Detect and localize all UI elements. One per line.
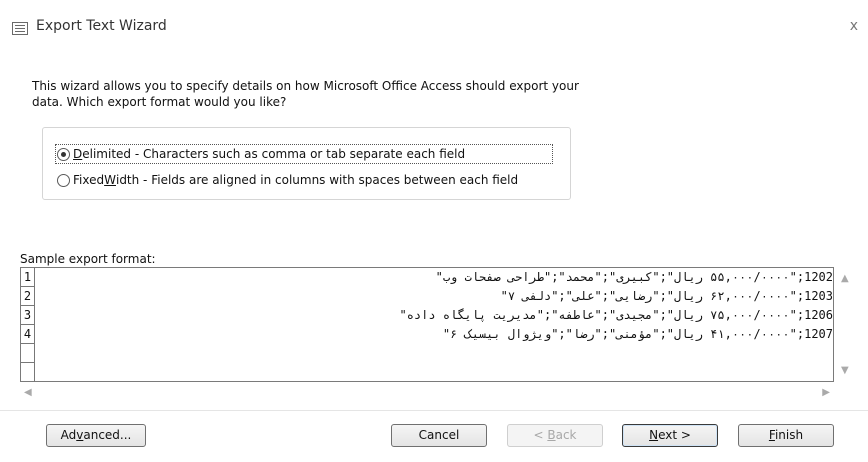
row-number-empty [21, 363, 35, 382]
radio-fixed-width[interactable]: Fixed Width - Fields are aligned in colu… [57, 171, 518, 189]
next-button[interactable]: Next > [622, 424, 718, 447]
scroll-right-icon[interactable]: ▶ [822, 387, 830, 398]
advanced-button[interactable]: Advanced... [46, 424, 146, 447]
row-number-gutter: 1 2 3 4 [21, 268, 35, 382]
row-number: 1 [21, 268, 35, 287]
advanced-label-end: anced... [83, 428, 132, 442]
wizard-description: This wizard allows you to specify detail… [32, 79, 579, 109]
sample-line: 1206;"۷۵,۰۰۰/۰۰۰۰ ریال";"مجیدی";"عاطفه";… [399, 308, 833, 322]
window-title: Export Text Wizard [36, 18, 167, 34]
sample-export-preview[interactable]: 1 2 3 4 1202;"۵۵,۰۰۰/۰۰۰۰ ریال";"کبیری";… [20, 267, 834, 382]
scroll-up-icon[interactable]: ▲ [841, 273, 849, 284]
delimited-accel: D [73, 147, 83, 161]
finish-label: inish [774, 428, 804, 442]
next-label: ext > [658, 428, 691, 442]
wizard-window-icon [12, 22, 28, 35]
delimited-label: elimited - Characters such as comma or t… [82, 147, 466, 161]
radio-button-checked[interactable] [57, 147, 70, 161]
radio-delimited[interactable]: Delimited - Characters such as comma or … [57, 145, 465, 163]
horizontal-scrollbar[interactable]: ◀ ▶ [20, 386, 834, 402]
close-icon[interactable]: x [850, 18, 858, 34]
fixed-width-label: idth - Fields are aligned in columns wit… [115, 173, 519, 187]
divider [0, 410, 868, 411]
radio-button-unchecked[interactable] [57, 173, 70, 187]
finish-button[interactable]: Finish [738, 424, 834, 447]
sample-export-label: Sample export format: [20, 252, 156, 266]
back-label-end: ack [555, 428, 577, 442]
sample-lines: 1202;"۵۵,۰۰۰/۰۰۰۰ ریال";"کبیری";"محمد";"… [36, 268, 833, 344]
back-accel: B [547, 428, 556, 442]
export-format-group: Delimited - Characters such as comma or … [42, 127, 571, 200]
sample-line: 1207;"۴۱,۰۰۰/۰۰۰۰ ریال";"مؤمنی";"رضا";"و… [442, 327, 833, 341]
title-bar: Export Text Wizard x [0, 0, 868, 40]
cancel-button[interactable]: Cancel [391, 424, 487, 447]
row-number-empty [21, 344, 35, 363]
scroll-left-icon[interactable]: ◀ [24, 387, 32, 398]
fixed-width-label-start: Fixed [73, 173, 105, 187]
row-number: 4 [21, 325, 35, 344]
sample-line: 1203;"۶۲,۰۰۰/۰۰۰۰ ریال";"رضایی";"علی";"د… [500, 289, 833, 303]
advanced-label-start: Ad [60, 428, 77, 442]
sample-line: 1202;"۵۵,۰۰۰/۰۰۰۰ ریال";"کبیری";"محمد";"… [435, 270, 833, 284]
back-label-start: < [533, 428, 548, 442]
back-button[interactable]: < Back [507, 424, 603, 447]
next-accel: N [649, 428, 659, 442]
row-number: 3 [21, 306, 35, 325]
row-number: 2 [21, 287, 35, 306]
scroll-down-icon[interactable]: ▼ [841, 365, 849, 376]
fixed-width-accel: W [104, 173, 116, 187]
vertical-scrollbar[interactable]: ▲ ▼ [838, 267, 854, 382]
